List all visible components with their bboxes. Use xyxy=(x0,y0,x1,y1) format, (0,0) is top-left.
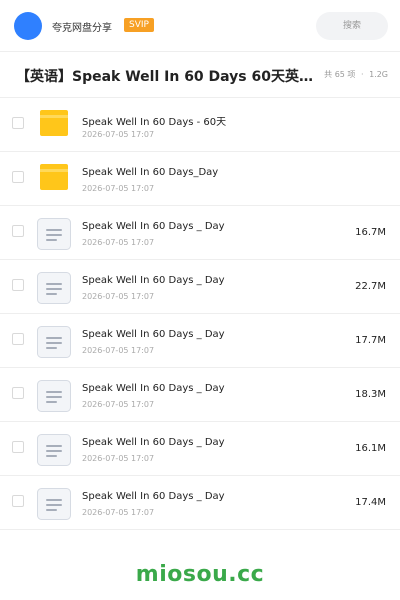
file-name: Speak Well In 60 Days _ Day xyxy=(82,221,225,232)
file-row[interactable]: Speak Well In 60 Days_Day 2026-07-05 17:0… xyxy=(0,152,400,206)
file-date: 2026-07-05 17:07 xyxy=(82,346,155,355)
meta-separator: · xyxy=(360,70,364,79)
folder-icon xyxy=(40,110,68,136)
row-checkbox[interactable] xyxy=(12,279,24,291)
share-title: 【英语】Speak Well In 60 Days 60天英语口语 xyxy=(16,69,316,85)
folder-icon xyxy=(40,164,68,190)
row-checkbox[interactable] xyxy=(12,495,24,507)
file-name: Speak Well In 60 Days _ Day xyxy=(82,437,225,448)
file-name: Speak Well In 60 Days _ Day xyxy=(82,491,225,502)
row-checkbox[interactable] xyxy=(12,333,24,345)
file-row[interactable]: Speak Well In 60 Days _ Day 2026-07-05 17… xyxy=(0,422,400,476)
file-row[interactable]: Speak Well In 60 Days _ Day 2026-07-05 17… xyxy=(0,314,400,368)
total-size: 1.2G xyxy=(369,70,388,79)
brand-name: 夸克网盘分享 xyxy=(52,23,112,34)
row-checkbox[interactable] xyxy=(12,225,24,237)
file-row[interactable]: Speak Well In 60 Days _ Day 2026-07-05 17… xyxy=(0,476,400,530)
item-count: 共 65 项 xyxy=(324,70,356,79)
file-size: 17.7M xyxy=(355,335,386,346)
document-icon xyxy=(37,488,71,520)
file-date: 2026-07-05 17:07 xyxy=(82,400,155,409)
row-checkbox[interactable] xyxy=(12,117,24,129)
search-input[interactable] xyxy=(316,12,388,40)
file-size: 22.7M xyxy=(355,281,386,292)
file-date: 2026-07-05 17:07 xyxy=(82,292,155,301)
app-header: 夸克网盘分享 SVIP xyxy=(0,0,400,52)
row-checkbox[interactable] xyxy=(12,441,24,453)
file-size: 16.7M xyxy=(355,227,386,238)
file-size: 16.1M xyxy=(355,443,386,454)
file-name: Speak Well In 60 Days _ Day xyxy=(82,329,225,340)
file-name: Speak Well In 60 Days - 60天 xyxy=(82,117,227,128)
file-date: 2026-07-05 17:07 xyxy=(82,130,155,139)
file-row[interactable]: Speak Well In 60 Days _ Day 2026-07-05 17… xyxy=(0,260,400,314)
watermark: miosou.cc xyxy=(135,562,265,587)
document-icon xyxy=(37,380,71,412)
document-icon xyxy=(37,326,71,358)
row-checkbox[interactable] xyxy=(12,387,24,399)
file-name: Speak Well In 60 Days _ Day xyxy=(82,275,225,286)
document-icon xyxy=(37,434,71,466)
file-date: 2026-07-05 17:07 xyxy=(82,454,155,463)
share-title-bar: 【英语】Speak Well In 60 Days 60天英语口语 共 65 项… xyxy=(0,52,400,98)
file-date: 2026-07-05 17:07 xyxy=(82,508,155,517)
file-row[interactable]: Speak Well In 60 Days - 60天 2026-07-05 17… xyxy=(0,98,400,152)
file-name: Speak Well In 60 Days_Day xyxy=(82,167,219,178)
document-icon xyxy=(37,272,71,304)
avatar[interactable] xyxy=(14,12,42,40)
file-name: Speak Well In 60 Days _ Day xyxy=(82,383,225,394)
row-checkbox[interactable] xyxy=(12,171,24,183)
file-row[interactable]: Speak Well In 60 Days _ Day 2026-07-05 17… xyxy=(0,206,400,260)
file-date: 2026-07-05 17:07 xyxy=(82,184,155,193)
file-date: 2026-07-05 17:07 xyxy=(82,238,155,247)
file-size: 17.4M xyxy=(355,497,386,508)
document-icon xyxy=(37,218,71,250)
file-list: Speak Well In 60 Days - 60天 2026-07-05 17… xyxy=(0,98,400,530)
svip-badge: SVIP xyxy=(124,18,154,32)
share-meta: 共 65 项 · 1.2G xyxy=(321,69,388,80)
file-row[interactable]: Speak Well In 60 Days _ Day 2026-07-05 17… xyxy=(0,368,400,422)
file-size: 18.3M xyxy=(355,389,386,400)
